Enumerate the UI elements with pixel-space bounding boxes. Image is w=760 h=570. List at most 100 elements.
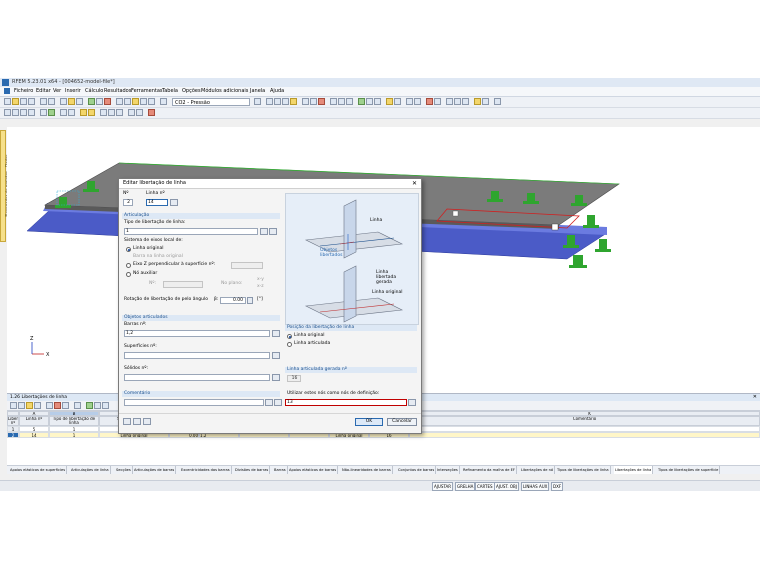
new-file-icon[interactable] <box>4 98 11 105</box>
position-radio-original[interactable] <box>287 334 292 339</box>
line-support-icon[interactable] <box>88 109 95 116</box>
save-icon[interactable] <box>20 98 27 105</box>
menu-modulos[interactable]: Módulos adicionais <box>201 87 248 96</box>
mirror-icon[interactable] <box>108 109 115 116</box>
layer-icon[interactable] <box>462 98 469 105</box>
status-ajust-obj[interactable]: AJUST. OBJ <box>494 482 519 491</box>
menu-tabela[interactable]: Tabela <box>162 87 178 96</box>
menu-ajuda[interactable]: Ajuda <box>270 87 284 96</box>
pick-solids-icon[interactable] <box>272 374 280 381</box>
color-icon[interactable] <box>318 98 325 105</box>
delete-icon[interactable] <box>148 109 155 116</box>
position-radio-articulated[interactable] <box>287 342 292 347</box>
tab-apoios-barras[interactable]: Apoios elásticos de barras <box>288 466 339 474</box>
tab-divisoes-barras[interactable]: Divisões de barras <box>234 466 271 474</box>
tab-articulacoes-linha[interactable]: Articulações de linha <box>70 466 111 474</box>
spline-icon[interactable] <box>40 109 47 116</box>
surface-icon[interactable] <box>366 98 373 105</box>
hinge-icon[interactable] <box>394 98 401 105</box>
close-icon[interactable]: ✕ <box>753 394 757 401</box>
arc-icon[interactable] <box>20 109 27 116</box>
ok-button[interactable]: OK <box>355 418 383 426</box>
node-icon[interactable] <box>4 109 11 116</box>
axes-radio-original-line[interactable] <box>126 247 131 252</box>
comment-edit-icon[interactable] <box>274 399 282 406</box>
support-icon[interactable] <box>386 98 393 105</box>
gear-icon[interactable] <box>68 98 75 105</box>
open-folder-icon[interactable] <box>12 98 19 105</box>
menu-ficheiro[interactable]: Ficheiro <box>14 87 33 96</box>
surface-no-field[interactable] <box>231 262 263 269</box>
divide-icon[interactable] <box>128 109 135 116</box>
chevron-down-icon[interactable] <box>254 98 261 105</box>
menu-ferramentas[interactable]: Ferramentas <box>131 87 163 96</box>
chevron-left-icon[interactable] <box>160 98 167 105</box>
tab-libertacoes-linha[interactable]: Libertações de linha <box>614 466 654 474</box>
status-dxf[interactable]: DXF <box>551 482 564 491</box>
print-icon[interactable] <box>28 98 35 105</box>
pick-nodes-icon[interactable] <box>408 399 416 406</box>
visibility-icon[interactable] <box>454 98 461 105</box>
tab-barras[interactable]: Barras <box>273 466 288 474</box>
move-icon[interactable] <box>338 98 345 105</box>
tab-intersecoes[interactable]: Interseções <box>436 466 460 474</box>
dim-icon[interactable] <box>406 98 413 105</box>
members-field[interactable]: 1,2 <box>124 330 270 337</box>
solid-icon[interactable] <box>374 98 381 105</box>
solids-field[interactable] <box>124 374 270 381</box>
menu-opcoes[interactable]: Opções <box>182 87 201 96</box>
new-release-type-icon[interactable] <box>260 228 268 235</box>
load-case-next-icon[interactable] <box>124 98 131 105</box>
measure-icon[interactable] <box>446 98 453 105</box>
copy-icon[interactable] <box>100 109 107 116</box>
filter-icon[interactable] <box>140 98 147 105</box>
rotate-icon[interactable] <box>346 98 353 105</box>
cancel-button[interactable]: Cancelar <box>387 418 417 426</box>
tab-conjuntos-barras[interactable]: Conjuntos de barras <box>397 466 437 474</box>
tab-seccoes[interactable]: Secções <box>115 466 133 474</box>
release-no-field[interactable]: 2 <box>123 199 133 206</box>
loads-icon[interactable] <box>132 98 139 105</box>
table-filter-icon[interactable] <box>18 402 25 409</box>
section-icon[interactable] <box>414 98 421 105</box>
tab-libertacoes-no[interactable]: Libertações de nó <box>520 466 556 474</box>
join-icon[interactable] <box>136 109 143 116</box>
undo-icon[interactable] <box>40 98 47 105</box>
export-icon[interactable] <box>494 98 501 105</box>
default-icon[interactable] <box>143 418 151 425</box>
load-case-prev-icon[interactable] <box>116 98 123 105</box>
release-type-select[interactable]: 1 <box>124 228 258 235</box>
table-view-icon[interactable] <box>74 402 81 409</box>
zoom-icon[interactable] <box>148 98 155 105</box>
scale-icon[interactable] <box>116 109 123 116</box>
view-y-icon[interactable] <box>274 98 281 105</box>
axes-radio-aux-node[interactable] <box>126 272 131 277</box>
redo-icon[interactable] <box>48 98 55 105</box>
view-x-icon[interactable] <box>266 98 273 105</box>
grid-icon[interactable] <box>76 98 83 105</box>
menu-resultados[interactable]: Resultados <box>104 87 131 96</box>
table-copy-icon[interactable] <box>62 402 69 409</box>
table-icon[interactable] <box>60 98 67 105</box>
surfaces-field[interactable] <box>124 352 270 359</box>
line-icon[interactable] <box>12 109 19 116</box>
table-graph-icon[interactable] <box>102 402 109 409</box>
menu-ver[interactable]: Ver <box>53 87 61 96</box>
definition-nodes-field[interactable]: 13 <box>285 399 407 406</box>
menu-janela[interactable]: Janela <box>250 87 265 96</box>
status-ajustar[interactable]: AJUSTAR <box>432 482 454 491</box>
aux-node-field[interactable] <box>163 281 203 288</box>
comment-field[interactable] <box>124 399 264 406</box>
tab-tipos-libertacoes-superficie[interactable]: Tipos de libertações de superfície <box>657 466 721 474</box>
render-icon[interactable] <box>302 98 309 105</box>
member-icon[interactable] <box>358 98 365 105</box>
info-icon[interactable] <box>133 418 141 425</box>
table-sort-icon[interactable] <box>46 402 53 409</box>
wire-icon[interactable] <box>310 98 317 105</box>
rotation-spinner-icon[interactable] <box>247 297 253 304</box>
pick-line-icon[interactable] <box>170 199 178 206</box>
results-icon[interactable] <box>96 98 103 105</box>
load-combination-select[interactable]: CO2 - Pressão <box>172 98 250 106</box>
rotation-field[interactable]: 0.00 <box>220 297 246 304</box>
select-icon[interactable] <box>330 98 337 105</box>
